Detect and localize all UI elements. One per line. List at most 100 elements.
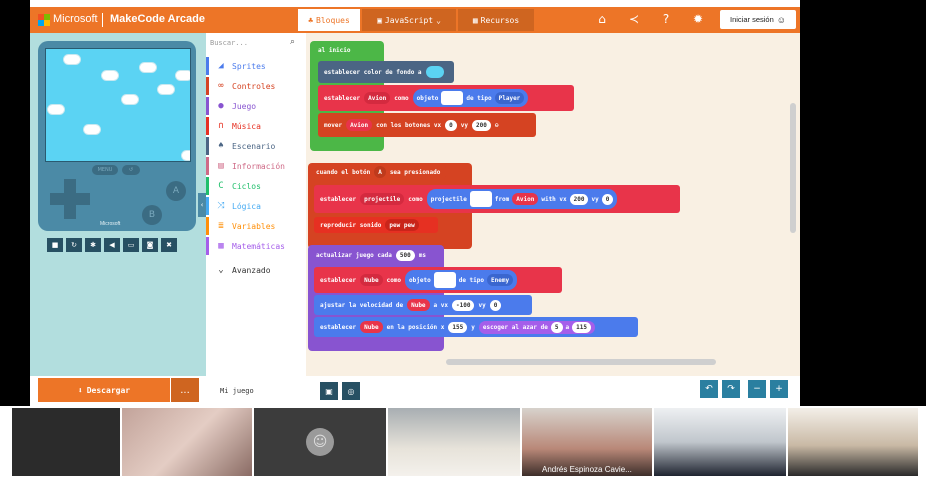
random-from-input[interactable]: 5 xyxy=(550,321,563,333)
proj-vy-input[interactable]: 0 xyxy=(601,193,614,205)
undo-icon[interactable]: ↶ xyxy=(700,380,718,398)
vy-input[interactable]: 200 xyxy=(472,119,491,131)
kind-dropdown[interactable]: Player xyxy=(494,92,525,104)
move-with-buttons-block[interactable]: mover Avion con los botones vx 0 vy 200 … xyxy=(318,113,536,137)
github-icon[interactable]: ◎ xyxy=(342,382,360,400)
debug-icon[interactable]: ✱ xyxy=(85,238,101,252)
velocity-variable-dropdown[interactable]: Nube xyxy=(407,299,430,311)
app-title[interactable]: MakeCode Arcade xyxy=(110,13,205,25)
projectile-variable-dropdown[interactable]: projectile xyxy=(360,193,405,205)
volume-icon[interactable]: ◀ xyxy=(104,238,120,252)
game-console: MENU ↺ A B Microsoft xyxy=(38,41,196,231)
random-block[interactable]: escoger al azar de 5 a 115 xyxy=(478,320,595,334)
set-background-block[interactable]: establecer color de fondo a xyxy=(318,61,454,83)
sound-dropdown[interactable]: pew pew xyxy=(385,219,419,231)
proj-vx-input[interactable]: 200 xyxy=(569,193,589,205)
id-card-icon: ▤ xyxy=(218,161,224,171)
screenshot-icon[interactable]: ◙ xyxy=(142,238,158,252)
sprite-create-block[interactable]: objeto de tipo Player xyxy=(412,89,529,107)
video-tile-5[interactable] xyxy=(654,408,786,476)
reset-button[interactable]: ↺ xyxy=(122,165,140,175)
save-icon[interactable]: ▣ xyxy=(320,382,338,400)
avion-variable-dropdown[interactable]: Avion xyxy=(364,92,391,104)
video-tile-avatar[interactable]: ☺ xyxy=(254,408,386,476)
video-tile-1[interactable] xyxy=(12,408,120,476)
dpad[interactable] xyxy=(50,179,90,219)
toolbox-cat-info[interactable]: ▤ Información xyxy=(206,157,306,175)
gamepad-icon: ∞ xyxy=(218,81,224,91)
search-input[interactable]: Buscar... xyxy=(210,39,302,53)
game-screen[interactable] xyxy=(45,48,191,162)
stop-icon[interactable]: ■ xyxy=(47,238,63,252)
help-icon[interactable]: ? xyxy=(657,12,675,26)
nube-variable-dropdown[interactable]: Nube xyxy=(360,274,383,286)
toolbox-cat-advanced[interactable]: ⌄ Avanzado xyxy=(206,261,306,279)
position-variable-dropdown[interactable]: Nube xyxy=(360,321,383,333)
toolbox-cat-game[interactable]: ● Juego xyxy=(206,97,306,115)
minus-icon[interactable]: ⊖ xyxy=(495,122,499,129)
signin-button[interactable]: Iniciar sesión ☺ xyxy=(720,10,796,29)
download-icon: ⬇ xyxy=(77,385,83,395)
enemy-kind-dropdown[interactable]: Enemy xyxy=(487,274,514,286)
fullscreen-icon[interactable]: ✖ xyxy=(161,238,177,252)
collapse-simulator-button[interactable]: ‹ xyxy=(198,193,206,217)
more-button[interactable]: ... xyxy=(171,378,199,402)
nube-vx-input[interactable]: -100 xyxy=(452,299,475,311)
video-tile-2[interactable] xyxy=(122,408,252,476)
toolbox-cat-sprites[interactable]: ◢ Sprites xyxy=(206,57,306,75)
set-velocity-block[interactable]: ajustar la velocidad de Nube a vx -100 v… xyxy=(314,295,532,315)
toolbox-cat-controller[interactable]: ∞ Controles xyxy=(206,77,306,95)
random-to-input[interactable]: 115 xyxy=(572,321,591,333)
set-nube-block[interactable]: establecer Nube como objeto de tipo Enem… xyxy=(314,267,562,293)
toolbox-cat-math[interactable]: ▦ Matemáticas xyxy=(206,237,306,255)
tab-resources[interactable]: ▦ Recursos xyxy=(458,9,534,31)
zoom-in-icon[interactable]: + xyxy=(770,380,788,398)
chevron-down-icon: ⌄ xyxy=(218,265,224,275)
tab-blocks[interactable]: ♣ Bloques xyxy=(298,9,360,31)
top-bar: Microsoft MakeCode Arcade ♣ Bloques ▣ Ja… xyxy=(30,7,800,33)
video-tile-3[interactable] xyxy=(388,408,520,476)
move-variable-dropdown[interactable]: Avion xyxy=(346,119,373,131)
tab-javascript[interactable]: ▣ JavaScript ⌄ xyxy=(362,9,456,31)
redo-icon[interactable]: ↷ xyxy=(722,380,740,398)
download-button[interactable]: ⬇ Descargar xyxy=(38,378,170,402)
blocks-workspace[interactable]: al inicio establecer color de fondo a es… xyxy=(306,33,800,376)
menu-button[interactable]: MENU xyxy=(92,165,118,175)
restart-icon[interactable]: ↻ xyxy=(66,238,82,252)
zoom-out-icon[interactable]: − xyxy=(748,380,766,398)
toolbox-cat-variables[interactable]: ≣ Variables xyxy=(206,217,306,235)
search-icon[interactable]: ⌕ xyxy=(290,37,295,47)
vertical-scrollbar[interactable] xyxy=(790,103,796,233)
horizontal-scrollbar[interactable] xyxy=(446,359,716,365)
vx-input[interactable]: 0 xyxy=(445,119,457,131)
set-avion-block[interactable]: establecer Avion como objeto de tipo Pla… xyxy=(318,85,574,111)
from-variable-dropdown[interactable]: Avion xyxy=(512,193,539,205)
video-tile-6[interactable] xyxy=(788,408,918,476)
toolbox-cat-logic[interactable]: ⤨ Lógica xyxy=(206,197,306,215)
set-projectile-block[interactable]: establecer projectile como projectile fr… xyxy=(314,185,680,213)
b-button[interactable]: B xyxy=(142,205,162,225)
set-position-block[interactable]: establecer Nube en la posición x 155 y e… xyxy=(314,317,638,337)
home-icon[interactable]: ⌂ xyxy=(593,12,611,26)
gear-icon[interactable]: ✹ xyxy=(689,12,707,26)
play-sound-block[interactable]: reproducir sonido pew pew xyxy=(314,217,438,233)
project-name-input[interactable]: Mi juego xyxy=(214,382,318,400)
cloud-image-icon[interactable] xyxy=(433,272,456,288)
projectile-from-sprite-block[interactable]: projectile from Avion with vx 200 vy 0 xyxy=(426,189,618,209)
sprite-image-icon[interactable] xyxy=(441,91,464,105)
headphones-icon: ∩ xyxy=(218,121,224,131)
video-tile-4[interactable]: Andrés Espinoza Cavie... xyxy=(522,408,652,476)
color-swatch[interactable] xyxy=(425,66,444,78)
a-button[interactable]: A xyxy=(166,181,186,201)
nube-sprite-block[interactable]: objeto de tipo Enemy xyxy=(405,270,518,290)
share-icon[interactable]: ≺ xyxy=(625,12,643,26)
nube-vy-input[interactable]: 0 xyxy=(489,299,502,311)
toolbox-cat-music[interactable]: ∩ Música xyxy=(206,117,306,135)
toolbox-cat-loops[interactable]: C Ciclos xyxy=(206,177,306,195)
projectile-image-icon[interactable] xyxy=(469,191,492,207)
update-ms-input[interactable]: 500 xyxy=(395,249,415,261)
toolbox-cat-scene[interactable]: ♠ Escenario xyxy=(206,137,306,155)
pos-x-input[interactable]: 155 xyxy=(448,321,468,333)
keyboard-icon[interactable]: ▭ xyxy=(123,238,139,252)
button-dropdown[interactable]: A xyxy=(374,166,386,178)
